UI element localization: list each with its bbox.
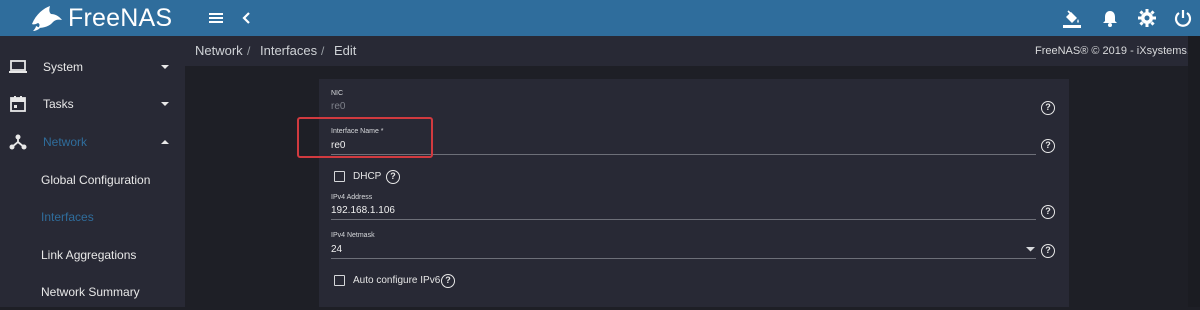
bell-icon[interactable] — [1100, 8, 1120, 28]
nic-label: NIC — [331, 90, 344, 97]
chevron-down-icon — [161, 102, 169, 106]
sidebar-subitem-label: Interfaces — [41, 210, 94, 224]
freenas-logo[interactable]: FreeNAS — [30, 2, 172, 34]
chevron-down-icon — [161, 65, 169, 69]
breadcrumb-edit: Edit — [334, 43, 357, 58]
auto-ipv6-checkbox[interactable] — [334, 275, 345, 286]
app-name: FreeNAS — [68, 3, 173, 32]
sidebar-item-tasks[interactable]: Tasks — [0, 86, 185, 122]
interface-name-help-icon[interactable]: ? — [1041, 139, 1055, 153]
sidebar-item-label: Network — [43, 135, 88, 149]
auto-ipv6-help-icon[interactable]: ? — [441, 274, 455, 288]
dhcp-help-icon[interactable]: ? — [386, 170, 400, 184]
back-icon[interactable] — [236, 8, 256, 28]
sidebar-item-global-configuration[interactable]: Global Configuration — [0, 162, 185, 198]
sidebar-item-system[interactable]: System — [0, 49, 185, 85]
chevron-up-icon — [161, 140, 169, 144]
interface-edit-form: NIC re0 ? Interface Name * re0 ? DHCP ? … — [319, 79, 1069, 307]
ipv4-address-label: IPv4 Address — [331, 194, 373, 201]
ipv4-netmask-underline — [331, 258, 1036, 259]
ipv4-netmask-help-icon[interactable]: ? — [1041, 244, 1055, 258]
sidebar-subitem-label: Network Summary — [41, 285, 140, 299]
highlight-box — [297, 117, 433, 158]
sidebar-subitem-label: Global Configuration — [41, 173, 151, 187]
nic-value: re0 — [331, 101, 346, 112]
dhcp-label: DHCP — [353, 171, 382, 182]
shark-logo-icon — [32, 6, 62, 31]
sidebar-item-label: Tasks — [43, 97, 74, 111]
copyright-text: FreeNAS® © 2019 - iXsystems, Inc — [1035, 45, 1200, 57]
breadcrumb-network[interactable]: Network — [195, 43, 243, 58]
calendar-icon — [10, 96, 26, 112]
ipv4-address-help-icon[interactable]: ? — [1041, 205, 1055, 219]
breadcrumb-interfaces[interactable]: Interfaces — [260, 43, 317, 58]
ipv4-netmask-select[interactable]: IPv4 Netmask 24 — [331, 231, 1036, 261]
sidebar-item-label: System — [43, 60, 84, 74]
top-bar: FreeNAS — [0, 0, 1200, 36]
auto-ipv6-label: Auto configure IPv6 — [353, 275, 441, 286]
breadcrumb-separator: / — [321, 44, 325, 58]
ipv4-address-underline — [331, 219, 1036, 220]
ipv4-netmask-label: IPv4 Netmask — [331, 232, 375, 239]
breadcrumb: Network / Interfaces / Edit FreeNAS® © 2… — [185, 36, 1200, 66]
nic-field: NIC re0 — [331, 89, 1036, 119]
scrollbar[interactable] — [1188, 36, 1200, 307]
ipv4-address-input[interactable]: 192.168.1.106 — [331, 205, 395, 216]
laptop-icon — [9, 60, 27, 73]
main-content: NIC re0 ? Interface Name * re0 ? DHCP ? … — [185, 66, 1200, 307]
paint-bucket-icon[interactable] — [1062, 8, 1082, 28]
sidebar-item-network-summary[interactable]: Network Summary — [0, 274, 185, 310]
sidebar-item-link-aggregations[interactable]: Link Aggregations — [0, 237, 185, 273]
sidebar: System Tasks Network Global Configuratio… — [0, 36, 185, 307]
dropdown-arrow-icon[interactable] — [1026, 245, 1035, 253]
dhcp-checkbox[interactable] — [334, 171, 345, 182]
breadcrumb-separator: / — [247, 44, 251, 58]
gear-icon[interactable] — [1137, 8, 1157, 28]
power-icon[interactable] — [1173, 8, 1193, 28]
interface-name-field[interactable]: Interface Name * re0 — [331, 127, 1036, 157]
sidebar-item-interfaces[interactable]: Interfaces — [0, 199, 185, 235]
interface-name-underline — [331, 154, 1036, 155]
nic-help-icon[interactable]: ? — [1041, 101, 1055, 115]
ipv4-netmask-value[interactable]: 24 — [331, 244, 342, 255]
sidebar-subitem-label: Link Aggregations — [41, 248, 137, 262]
network-icon — [9, 134, 27, 150]
menu-icon[interactable] — [206, 8, 226, 28]
ipv4-address-field[interactable]: IPv4 Address 192.168.1.106 — [331, 193, 1036, 223]
sidebar-item-network[interactable]: Network — [0, 124, 185, 160]
